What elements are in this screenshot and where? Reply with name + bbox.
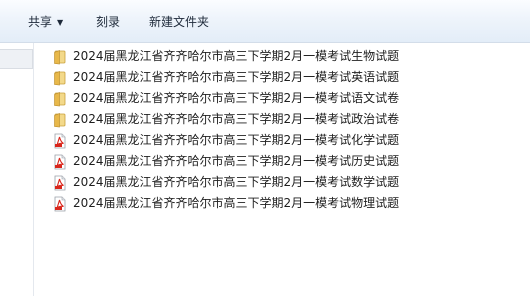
pdf-icon: [52, 196, 68, 212]
folder-icon: [52, 91, 68, 107]
file-name: 2024届黑龙江省齐齐哈尔市高三下学期2月一模考试生物试题: [73, 49, 400, 63]
pdf-icon: [52, 175, 68, 191]
list-item[interactable]: 2024届黑龙江省齐齐哈尔市高三下学期2月一模考试化学试题: [52, 130, 522, 151]
command-bar: 共享 ▼ 刻录 新建文件夹: [0, 0, 530, 43]
file-name: 2024届黑龙江省齐齐哈尔市高三下学期2月一模考试历史试题: [73, 154, 400, 168]
file-name: 2024届黑龙江省齐齐哈尔市高三下学期2月一模考试化学试题: [73, 133, 400, 147]
share-menu-button[interactable]: 共享 ▼: [28, 13, 63, 31]
file-name: 2024届黑龙江省齐齐哈尔市高三下学期2月一模考试语文试卷: [73, 91, 400, 105]
pdf-icon: [52, 133, 68, 149]
nav-selected-item[interactable]: [0, 49, 33, 69]
navigation-pane[interactable]: [0, 43, 34, 296]
list-item[interactable]: 2024届黑龙江省齐齐哈尔市高三下学期2月一模考试英语试题: [52, 67, 522, 88]
new-folder-button[interactable]: 新建文件夹: [149, 13, 209, 31]
file-name: 2024届黑龙江省齐齐哈尔市高三下学期2月一模考试英语试题: [73, 70, 400, 84]
list-item[interactable]: 2024届黑龙江省齐齐哈尔市高三下学期2月一模考试历史试题: [52, 151, 522, 172]
list-item[interactable]: 2024届黑龙江省齐齐哈尔市高三下学期2月一模考试物理试题: [52, 193, 522, 214]
file-name: 2024届黑龙江省齐齐哈尔市高三下学期2月一模考试物理试题: [73, 196, 400, 210]
folder-icon: [52, 49, 68, 65]
pdf-icon: [52, 154, 68, 170]
list-item[interactable]: 2024届黑龙江省齐齐哈尔市高三下学期2月一模考试语文试卷: [52, 88, 522, 109]
folder-icon: [52, 70, 68, 86]
folder-icon: [52, 112, 68, 128]
chevron-down-icon: ▼: [57, 18, 64, 27]
file-name: 2024届黑龙江省齐齐哈尔市高三下学期2月一模考试数学试题: [73, 175, 400, 189]
share-label: 共享: [28, 15, 53, 29]
list-item[interactable]: 2024届黑龙江省齐齐哈尔市高三下学期2月一模考试政治试卷: [52, 109, 522, 130]
file-list: 2024届黑龙江省齐齐哈尔市高三下学期2月一模考试生物试题 2024届黑龙江省齐…: [52, 46, 522, 214]
burn-button[interactable]: 刻录: [96, 13, 120, 31]
list-item[interactable]: 2024届黑龙江省齐齐哈尔市高三下学期2月一模考试生物试题: [52, 46, 522, 67]
list-item[interactable]: 2024届黑龙江省齐齐哈尔市高三下学期2月一模考试数学试题: [52, 172, 522, 193]
file-name: 2024届黑龙江省齐齐哈尔市高三下学期2月一模考试政治试卷: [73, 112, 400, 126]
